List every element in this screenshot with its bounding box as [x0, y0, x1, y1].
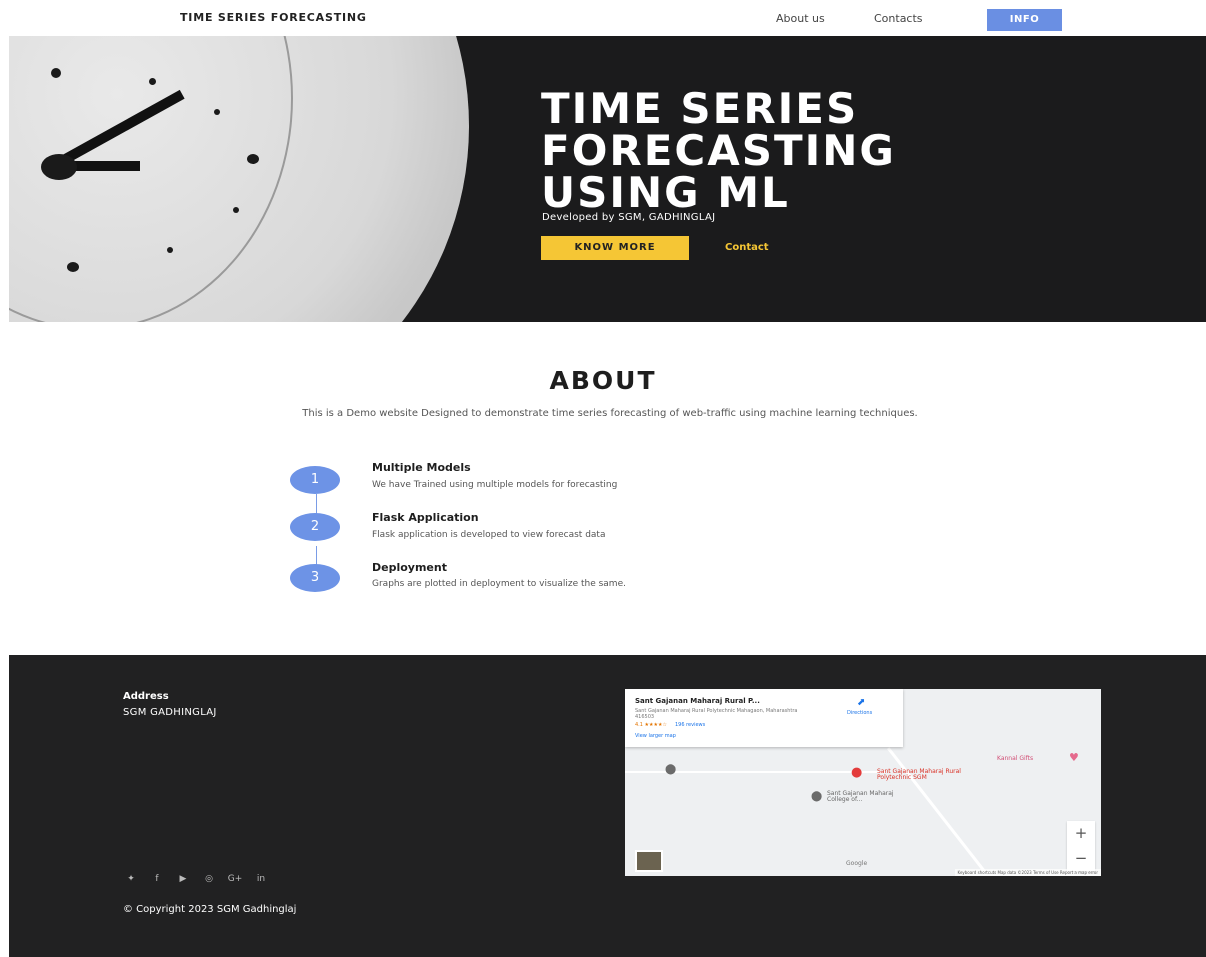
- clock-marker: [67, 262, 79, 272]
- step-description-3: Graphs are plotted in deployment to visu…: [372, 579, 626, 589]
- map-place-rating: 4.1 ★★★★☆ 196 reviews: [635, 722, 706, 728]
- know-more-button[interactable]: KNOW MORE: [541, 236, 689, 260]
- step-number-1: 1: [290, 466, 340, 494]
- hero-title: TIME SERIES FORECASTING USING ML: [541, 84, 896, 217]
- clock-center: [41, 154, 77, 180]
- top-navbar: TIME SERIES FORECASTING About us Contact…: [0, 0, 1206, 36]
- twitter-icon[interactable]: ✦: [123, 874, 139, 884]
- footer: Address SGM GADHINGLAJ Sant Gajanan Maha…: [9, 655, 1206, 957]
- step-title-2: Flask Application: [372, 511, 479, 524]
- clock-marker: [233, 207, 239, 213]
- map-place-card: Sant Gajanan Maharaj Rural P... Sant Gaj…: [625, 689, 903, 747]
- zoom-in-icon[interactable]: +: [1067, 821, 1095, 846]
- google-plus-icon[interactable]: G+: [227, 874, 243, 884]
- directions-label[interactable]: Directions: [847, 710, 872, 716]
- map-pin-icon[interactable]: ⬤: [665, 763, 676, 776]
- map-place-main[interactable]: Sant Gajanan Maharaj Rural Polytechnic S…: [877, 769, 967, 781]
- map-satellite-toggle[interactable]: [635, 850, 663, 872]
- map-reviews-link[interactable]: 196 reviews: [675, 722, 705, 728]
- map-pin-main-icon[interactable]: ●: [851, 766, 862, 779]
- view-larger-map-link[interactable]: View larger map: [635, 733, 676, 739]
- hero-contact-link[interactable]: Contact: [725, 242, 769, 253]
- step-title-3: Deployment: [372, 561, 447, 574]
- copyright-text: © Copyright 2023 SGM Gadhinglaj: [123, 904, 297, 915]
- linkedin-icon[interactable]: in: [253, 874, 269, 884]
- about-title: ABOUT: [549, 366, 657, 395]
- facebook-icon[interactable]: f: [149, 874, 165, 884]
- map-attribution[interactable]: Keyboard shortcuts Map data ©2023 Terms …: [954, 869, 1101, 876]
- hero-banner: TIME SERIES FORECASTING USING ML Develop…: [9, 36, 1206, 322]
- directions-icon[interactable]: ⬈: [857, 697, 865, 708]
- embedded-map[interactable]: Sant Gajanan Maharaj Rural P... Sant Gaj…: [625, 689, 1101, 876]
- map-zoom-control: + −: [1067, 821, 1095, 871]
- address-label: Address: [123, 691, 169, 702]
- step-number-3: 3: [290, 564, 340, 592]
- nav-link-contacts[interactable]: Contacts: [874, 12, 923, 25]
- address-value: SGM GADHINGLAJ: [123, 707, 217, 718]
- clock-marker: [51, 68, 61, 78]
- clock-marker: [149, 78, 156, 85]
- hero-subtitle: Developed by SGM, GADHINGLAJ: [542, 212, 716, 223]
- clock-marker: [247, 154, 259, 164]
- step-number-2: 2: [290, 513, 340, 541]
- clock-marker: [214, 109, 220, 115]
- step-description-1: We have Trained using multiple models fo…: [372, 480, 618, 490]
- zoom-out-icon[interactable]: −: [1067, 846, 1095, 871]
- map-place-address: Sant Gajanan Maharaj Rural Polytechnic M…: [635, 708, 798, 720]
- youtube-icon[interactable]: ▶: [175, 874, 191, 884]
- step-title-1: Multiple Models: [372, 461, 471, 474]
- instagram-icon[interactable]: ◎: [201, 874, 217, 884]
- map-pin-college-icon[interactable]: ⬤: [811, 790, 822, 803]
- social-links: ✦ f ▶ ◎ G+ in: [123, 874, 269, 884]
- about-description: This is a Demo website Designed to demon…: [302, 408, 918, 419]
- map-place-title[interactable]: Sant Gajanan Maharaj Rural P...: [635, 697, 760, 705]
- map-pin-shop-icon[interactable]: ♥: [1069, 751, 1079, 764]
- info-button[interactable]: INFO: [987, 9, 1062, 31]
- map-place-shop[interactable]: Kannal Gifts: [997, 756, 1033, 762]
- map-road: [625, 771, 885, 773]
- map-place-college[interactable]: Sant Gajanan Maharaj College of...: [827, 791, 907, 803]
- step-description-2: Flask application is developed to view f…: [372, 530, 606, 540]
- nav-link-about-us[interactable]: About us: [776, 12, 825, 25]
- google-logo: Google: [846, 860, 868, 867]
- map-road: [887, 747, 988, 876]
- clock-marker: [167, 247, 173, 253]
- brand-logo-text[interactable]: TIME SERIES FORECASTING: [180, 11, 367, 24]
